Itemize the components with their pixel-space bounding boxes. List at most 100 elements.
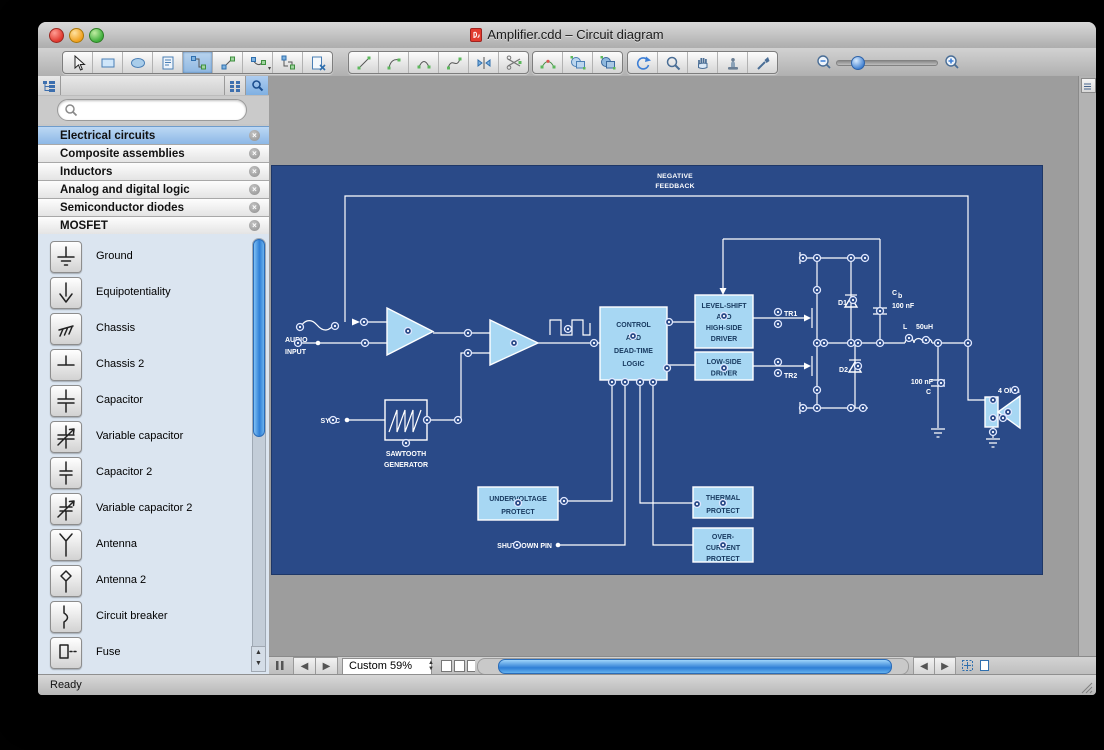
drawing-canvas[interactable]: NEGATIVE FEEDBACK AUDIO INPUT SYNC SAWTO… [269,76,1078,656]
close-library-icon[interactable]: × [249,184,260,195]
zoom-tool[interactable] [658,52,688,73]
zoom-level-field[interactable]: Custom 59% [342,658,432,675]
zoom-slider[interactable] [836,60,938,66]
close-library-icon[interactable]: × [249,148,260,159]
fuse-icon[interactable] [50,637,82,669]
smart-connector-tool[interactable] [183,52,213,73]
disconnect-tool[interactable] [303,52,332,73]
list-item[interactable]: Capacitor 2 [38,456,269,492]
tree-view-icon[interactable] [38,76,61,95]
union-tool[interactable] [563,52,593,73]
chassis-icon[interactable] [50,313,82,345]
list-item[interactable]: Ground [38,240,269,276]
antenna2-icon[interactable] [50,565,82,597]
list-item[interactable]: Antenna 2 [38,564,269,600]
variable-capacitor-icon[interactable] [50,421,82,453]
sidebar-scrollbar[interactable] [252,238,266,670]
equipotentiality-icon[interactable] [50,277,82,309]
variable-capacitor2-icon[interactable] [50,493,82,525]
list-item[interactable]: Chassis 2 [38,348,269,384]
horizontal-scrollbar-thumb[interactable] [498,659,892,674]
reshape-tool[interactable] [533,52,563,73]
svg-text:PROTECT: PROTECT [501,509,535,516]
antenna-icon[interactable] [50,529,82,561]
close-library-icon[interactable]: × [249,130,260,141]
desktop: Amplifier.cdd – Circuit diagram ▾ [0,0,1104,750]
spline-tool[interactable] [439,52,469,73]
zoom-stepper[interactable]: ▲▼ [426,657,436,674]
grid-view-icon[interactable] [225,76,246,95]
close-library-icon[interactable]: × [249,202,260,213]
ground-icon[interactable] [50,241,82,273]
category-mosfet[interactable]: MOSFET× [38,217,269,235]
list-item[interactable]: Variable capacitor 2 [38,492,269,528]
titlebar[interactable]: Amplifier.cdd – Circuit diagram [38,22,1096,49]
svg-text:100 nF: 100 nF [892,303,915,310]
zoom-slider-knob[interactable] [851,56,865,70]
sidebar-scrollbar-thumb[interactable] [253,239,265,437]
sidebar-scroll-arrows[interactable]: ▲▼ [251,646,266,672]
diagram-page[interactable]: NEGATIVE FEEDBACK AUDIO INPUT SYNC SAWTO… [272,166,1042,574]
list-item[interactable]: Circuit breaker [38,600,269,636]
arc-tool[interactable] [379,52,409,73]
list-item[interactable]: Capacitor [38,384,269,420]
category-electrical-circuits[interactable]: Electrical circuits× [38,126,269,145]
rectangle-tool[interactable] [93,52,123,73]
stamp-tool[interactable] [718,52,748,73]
list-item[interactable]: Chassis [38,312,269,348]
control-logic-block[interactable] [600,307,667,380]
search-input[interactable] [84,103,238,117]
svg-text:PROTECT: PROTECT [706,508,740,515]
horizontal-scrollbar[interactable] [477,658,909,675]
pause-icon[interactable] [273,657,287,674]
eyedropper-tool[interactable] [748,52,777,73]
category-inductors[interactable]: Inductors× [38,163,269,181]
combine-tool[interactable] [593,52,622,73]
category-semiconductor-diodes[interactable]: Semiconductor diodes× [38,199,269,217]
list-item[interactable]: Fuse [38,636,269,672]
tree-connector-tool[interactable] [273,52,303,73]
search-pill[interactable] [57,99,247,121]
connector-dropdown-icon[interactable]: ▾ [268,67,271,71]
curve-connector-tool[interactable]: ▾ [243,52,273,73]
shape-label: Capacitor 2 [96,466,152,478]
direct-connector-tool[interactable] [213,52,243,73]
search-icon[interactable] [246,76,269,95]
inductor-label: L [903,324,908,331]
ellipse-tool[interactable] [123,52,153,73]
zoom-in-icon[interactable] [940,52,964,72]
close-library-icon[interactable]: × [249,220,260,231]
curve-tool[interactable] [409,52,439,73]
search-glass-icon [64,103,84,117]
vertical-scrollbar-track[interactable] [1078,76,1096,674]
category-analog-digital-logic[interactable]: Analog and digital logic× [38,181,269,199]
line-tool[interactable] [349,52,379,73]
list-item[interactable]: Equipotentiality [38,276,269,312]
svg-text:GENERATOR: GENERATOR [384,462,428,469]
pan-hand-tool[interactable] [688,52,718,73]
capacitor2-icon[interactable] [50,457,82,489]
capacitor-icon[interactable] [50,385,82,417]
zoom-out-icon[interactable] [812,52,836,72]
page-boxes[interactable] [441,657,475,674]
fit-selection-icon[interactable] [959,657,975,674]
scissors-tool[interactable] [499,52,528,73]
close-library-icon[interactable]: × [249,166,260,177]
pointer-tool[interactable] [63,52,93,73]
text-tool[interactable] [153,52,183,73]
resize-grip-icon[interactable] [1081,682,1093,694]
pane-splitter-icon[interactable] [1081,78,1096,93]
list-item[interactable]: Variable capacitor [38,420,269,456]
shape-list: Ground Equipotentiality Chassis Chassis … [38,234,269,674]
shape-label: Circuit breaker [96,610,168,622]
rotate-tool[interactable] [628,52,658,73]
split-tool[interactable] [469,52,499,73]
list-item[interactable]: Antenna [38,528,269,564]
library-category-list: Electrical circuits× Composite assemblie… [38,126,269,235]
chassis2-icon[interactable] [50,349,82,381]
sawtooth-generator-box[interactable] [385,400,427,440]
fit-page-icon[interactable] [976,657,992,674]
toolbar-group-draw: ▾ [62,51,333,74]
circuit-breaker-icon[interactable] [50,601,82,633]
category-composite-assemblies[interactable]: Composite assemblies× [38,145,269,163]
